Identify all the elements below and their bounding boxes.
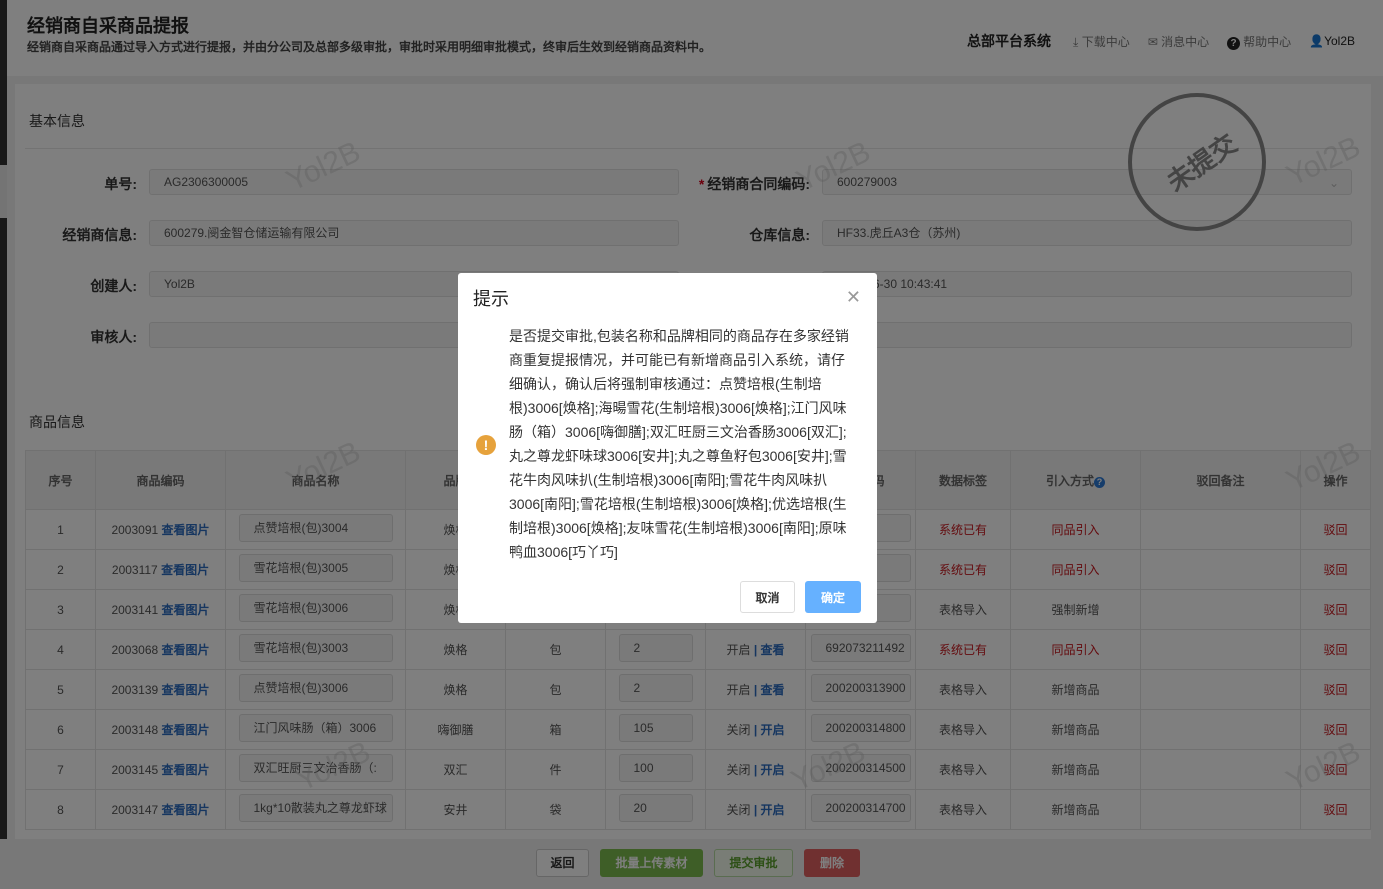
warning-icon: ! — [476, 435, 496, 455]
confirm-button[interactable]: 确定 — [805, 581, 861, 613]
dialog-message: 是否提交审批,包装名称和品牌相同的商品存在多家经销商重复提报情况，并可能已有新增… — [509, 328, 849, 560]
dialog-title: 提示 — [473, 289, 509, 309]
cancel-button[interactable]: 取消 — [740, 581, 795, 613]
confirm-dialog: 提示 ✕ ! 是否提交审批,包装名称和品牌相同的商品存在多家经销商重复提报情况，… — [458, 273, 877, 623]
close-icon[interactable]: ✕ — [846, 287, 861, 308]
